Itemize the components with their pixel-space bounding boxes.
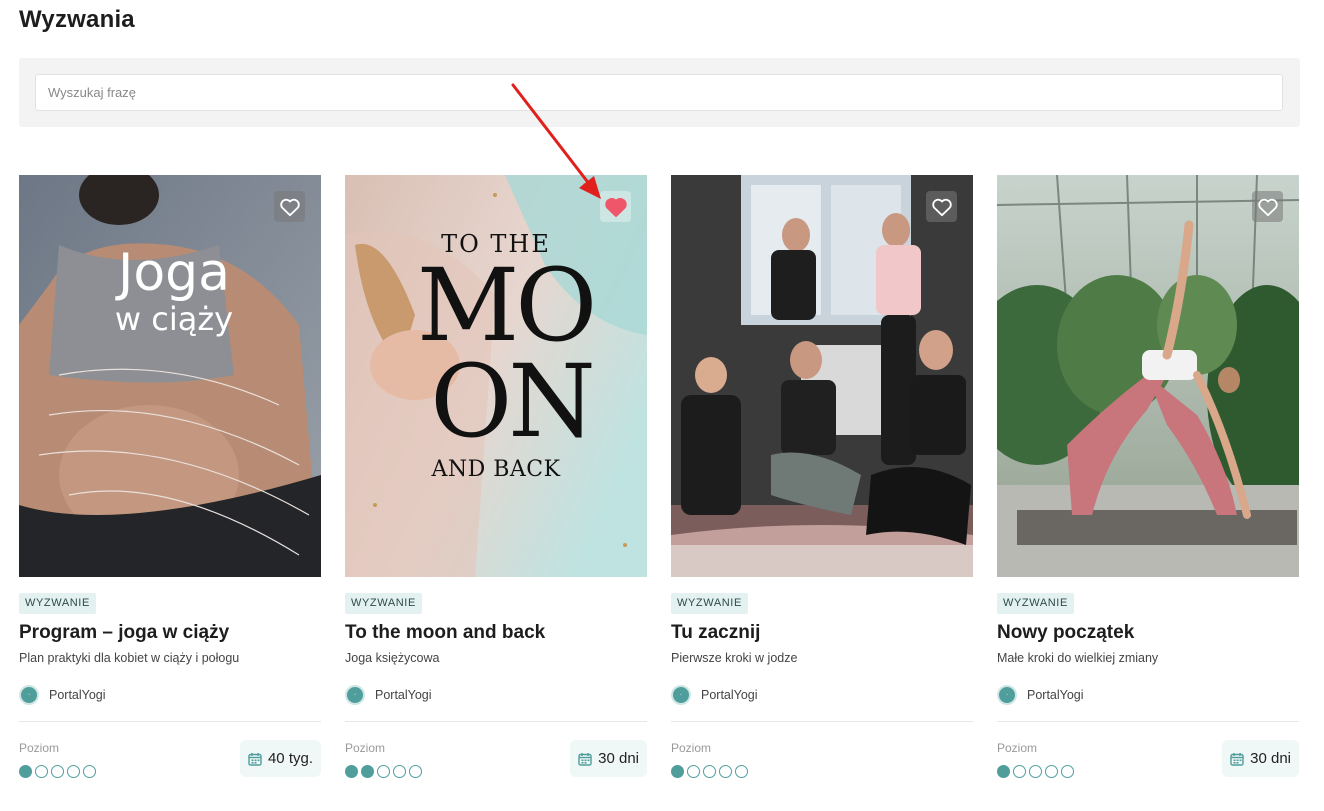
level-dot-empty — [1045, 765, 1058, 778]
favorite-button[interactable] — [1252, 191, 1283, 222]
divider — [671, 721, 973, 722]
search-input[interactable] — [35, 74, 1283, 111]
card-image[interactable] — [671, 175, 973, 577]
avatar: ◦ — [345, 685, 365, 705]
level-dot-filled — [19, 765, 32, 778]
heart-filled-icon — [604, 197, 627, 217]
image-caption: Joga w ciąży — [89, 245, 259, 337]
image-caption: TO THE MO ON AND BACK — [345, 230, 647, 490]
duration-badge: 30 dni — [1222, 740, 1299, 777]
level-dot-empty — [735, 765, 748, 778]
level-dot-empty — [83, 765, 96, 778]
level-indicator — [19, 765, 96, 778]
favorite-button[interactable] — [926, 191, 957, 222]
calendar-icon — [1230, 752, 1244, 766]
heart-outline-icon — [931, 198, 952, 216]
avatar: ◦ — [997, 685, 1017, 705]
level-dot-empty — [719, 765, 732, 778]
author-name: PortalYogi — [375, 688, 432, 702]
author-name: PortalYogi — [1027, 688, 1084, 702]
challenge-card[interactable]: Joga w ciąży WYZWANIE Program – joga w c… — [19, 175, 321, 785]
challenge-card[interactable]: TO THE MO ON AND BACK WYZWANIE To the mo… — [345, 175, 647, 785]
level-indicator — [997, 765, 1074, 778]
duration-badge: 30 dni — [570, 740, 647, 777]
card-title[interactable]: Program – joga w ciąży — [19, 622, 229, 644]
level-dot-empty — [393, 765, 406, 778]
card-subtitle: Pierwsze kroki w jodze — [671, 651, 798, 665]
image-caption-line: MO — [416, 247, 597, 364]
divider — [997, 721, 1299, 722]
heart-outline-icon — [279, 198, 300, 216]
image-caption-line: AND BACK — [431, 457, 561, 482]
heart-outline-icon — [1257, 198, 1278, 216]
level-dot-empty — [1029, 765, 1042, 778]
calendar-icon — [248, 752, 262, 766]
level-dot-empty — [51, 765, 64, 778]
level-label: Poziom — [997, 741, 1038, 755]
favorite-button[interactable] — [600, 191, 631, 222]
level-dot-empty — [703, 765, 716, 778]
type-badge: WYZWANIE — [19, 593, 96, 614]
card-subtitle: Małe kroki do wielkiej zmiany — [997, 651, 1159, 665]
image-caption-line: w ciąży — [114, 300, 234, 338]
search-panel — [19, 58, 1300, 127]
level-label: Poziom — [345, 741, 386, 755]
card-subtitle: Joga księżycowa — [345, 651, 440, 665]
image-caption-line: ON — [430, 343, 595, 460]
level-dot-empty — [687, 765, 700, 778]
level-label: Poziom — [19, 741, 60, 755]
card-subtitle: Plan praktyki dla kobiet w ciąży i połog… — [19, 651, 240, 665]
divider — [345, 721, 647, 722]
level-dot-filled — [671, 765, 684, 778]
level-indicator — [345, 765, 422, 778]
level-dot-filled — [361, 765, 374, 778]
level-dot-empty — [67, 765, 80, 778]
favorite-button[interactable] — [274, 191, 305, 222]
level-dot-filled — [345, 765, 358, 778]
challenge-card[interactable]: WYZWANIE Tu zacznij Pierwsze kroki w jod… — [671, 175, 973, 785]
level-dot-empty — [1061, 765, 1074, 778]
image-caption-line: Joga — [117, 243, 231, 303]
author-name: PortalYogi — [701, 688, 758, 702]
author[interactable]: ◦ PortalYogi — [997, 684, 1084, 706]
author[interactable]: ◦ PortalYogi — [19, 684, 106, 706]
challenge-card[interactable]: WYZWANIE Nowy początek Małe kroki do wie… — [997, 175, 1299, 785]
level-dot-empty — [35, 765, 48, 778]
level-label: Poziom — [671, 741, 712, 755]
card-title[interactable]: Nowy początek — [997, 622, 1134, 644]
type-badge: WYZWANIE — [997, 593, 1074, 614]
level-dot-empty — [409, 765, 422, 778]
type-badge: WYZWANIE — [345, 593, 422, 614]
level-dot-filled — [997, 765, 1010, 778]
author[interactable]: ◦ PortalYogi — [345, 684, 432, 706]
card-image[interactable] — [997, 175, 1299, 577]
level-indicator — [671, 765, 748, 778]
divider — [19, 721, 321, 722]
duration-badge: 40 tyg. — [239, 740, 321, 777]
calendar-icon — [578, 752, 592, 766]
card-image[interactable]: Joga w ciąży — [19, 175, 321, 577]
author-name: PortalYogi — [49, 688, 106, 702]
challenge-list: Joga w ciąży WYZWANIE Program – joga w c… — [19, 175, 1300, 785]
page-title: Wyzwania — [19, 6, 135, 33]
card-title[interactable]: Tu zacznij — [671, 622, 760, 644]
type-badge: WYZWANIE — [671, 593, 748, 614]
card-image[interactable]: TO THE MO ON AND BACK — [345, 175, 647, 577]
author[interactable]: ◦ PortalYogi — [671, 684, 758, 706]
duration-text: 30 dni — [1250, 750, 1291, 767]
avatar: ◦ — [19, 685, 39, 705]
level-dot-empty — [377, 765, 390, 778]
duration-text: 30 dni — [598, 750, 639, 767]
duration-text: 40 tyg. — [267, 750, 313, 767]
card-title[interactable]: To the moon and back — [345, 622, 545, 644]
level-dot-empty — [1013, 765, 1026, 778]
avatar: ◦ — [671, 685, 691, 705]
